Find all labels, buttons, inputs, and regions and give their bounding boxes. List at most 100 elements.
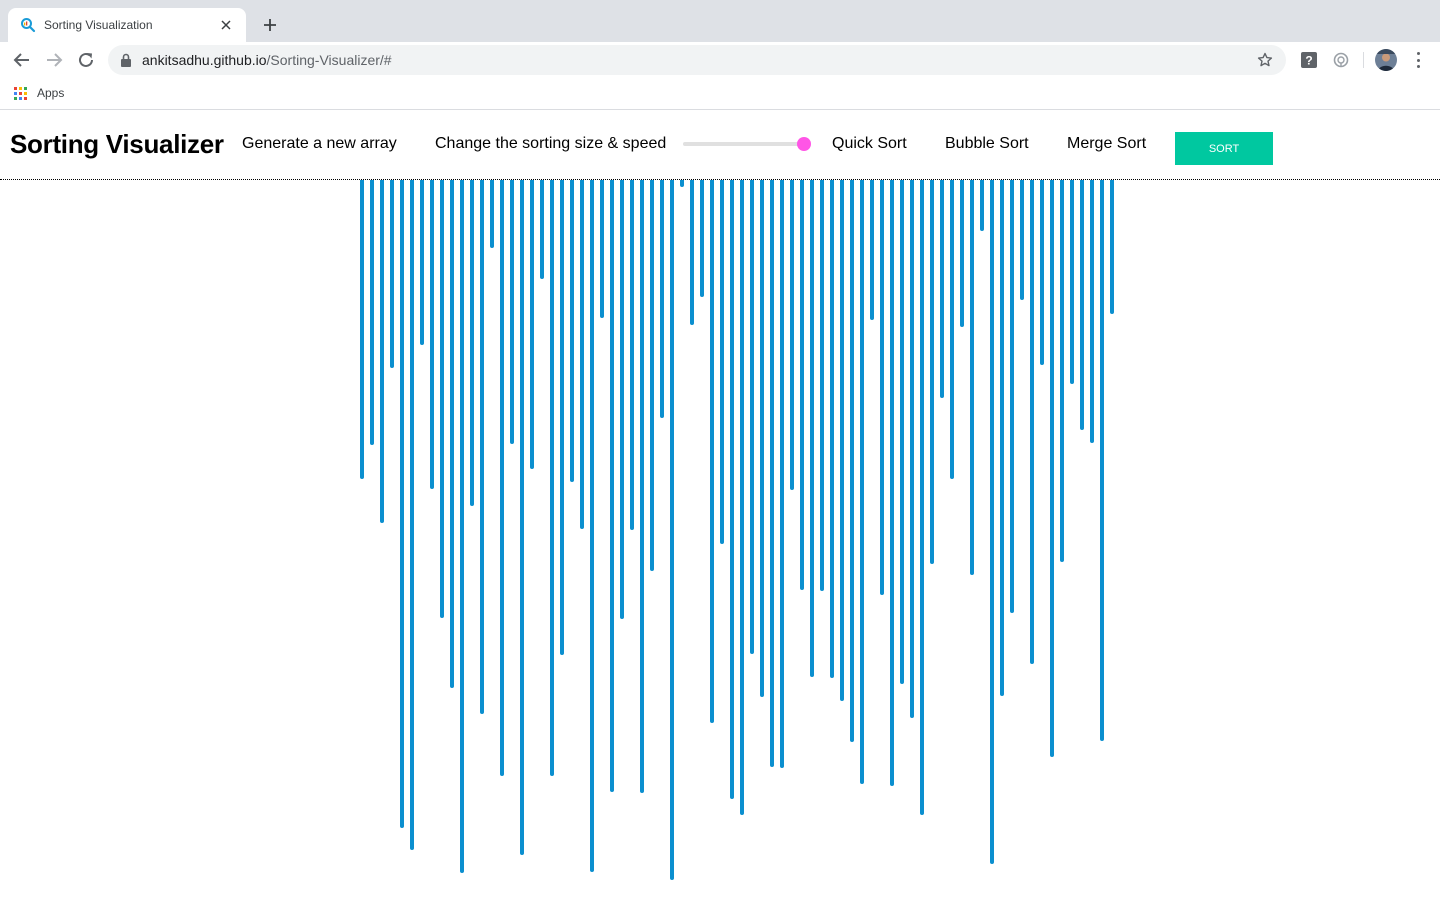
array-bar — [480, 180, 484, 714]
array-bar — [490, 180, 494, 248]
quick-sort-link[interactable]: Quick Sort — [832, 135, 907, 153]
lock-icon — [120, 53, 132, 67]
reload-icon[interactable] — [76, 50, 96, 70]
browser-toolbar: ankitsadhu.github.io/Sorting-Visualizer/… — [0, 42, 1440, 78]
sort-button[interactable]: SORT — [1175, 132, 1273, 165]
array-bar — [510, 180, 514, 444]
new-tab-icon[interactable] — [260, 15, 280, 35]
bookmark-star-icon[interactable] — [1256, 51, 1274, 69]
bookmarks-bar: Apps — [0, 78, 1440, 110]
array-bar — [760, 180, 764, 697]
array-bar — [970, 180, 974, 575]
array-bar — [550, 180, 554, 776]
forward-arrow-icon[interactable] — [44, 50, 64, 70]
svg-text:?: ? — [1305, 54, 1312, 68]
favicon-icon — [20, 17, 36, 33]
apps-label: Apps — [37, 86, 65, 100]
array-bar — [610, 180, 614, 792]
array-bar — [1000, 180, 1004, 696]
array-bar — [430, 180, 434, 489]
array-bar — [980, 180, 984, 231]
array-bar — [950, 180, 954, 479]
array-bar — [810, 180, 814, 677]
array-bar — [850, 180, 854, 742]
tab-title: Sorting Visualization — [44, 18, 153, 32]
array-bar — [1090, 180, 1094, 443]
array-bar — [560, 180, 564, 655]
array-bar — [400, 180, 404, 828]
array-bar — [470, 180, 474, 506]
array-bar — [740, 180, 744, 815]
array-bar — [820, 180, 824, 591]
array-bar — [670, 180, 674, 880]
array-bar — [680, 180, 684, 187]
array-bar — [780, 180, 784, 768]
profile-avatar[interactable] — [1375, 49, 1397, 71]
array-bar — [390, 180, 394, 368]
array-bar — [800, 180, 804, 590]
array-bar — [700, 180, 704, 297]
array-bar — [410, 180, 414, 850]
array-bar — [1020, 180, 1024, 300]
apps-grid-icon — [14, 86, 27, 100]
size-speed-slider[interactable] — [683, 136, 811, 152]
app-title: Sorting Visualizer — [10, 129, 224, 159]
array-bar — [640, 180, 644, 793]
apps-shortcut[interactable]: Apps — [14, 86, 64, 100]
array-bar — [440, 180, 444, 618]
array-bar — [500, 180, 504, 776]
array-bar — [890, 180, 894, 786]
help-extension-icon[interactable]: ? — [1300, 51, 1318, 69]
array-bar — [940, 180, 944, 398]
array-bar — [730, 180, 734, 799]
array-bar — [530, 180, 534, 469]
array-bar — [570, 180, 574, 482]
array-bar — [930, 180, 934, 564]
size-speed-label: Change the sorting size & speed — [435, 135, 667, 152]
toolbar-separator — [1363, 52, 1364, 68]
slider-thumb[interactable] — [797, 137, 811, 151]
array-bar — [360, 180, 364, 479]
array-bar — [920, 180, 924, 815]
address-bar[interactable]: ankitsadhu.github.io/Sorting-Visualizer/… — [108, 45, 1286, 75]
url-path: /Sorting-Visualizer/# — [266, 52, 392, 68]
page-content: Sorting Visualizer Generate a new array … — [0, 110, 1440, 900]
array-bar — [1080, 180, 1084, 430]
array-bar — [620, 180, 624, 619]
close-icon[interactable] — [218, 17, 234, 33]
app-navbar: Sorting Visualizer Generate a new array … — [0, 110, 1440, 180]
array-bar — [660, 180, 664, 418]
array-bar — [720, 180, 724, 544]
array-bar — [840, 180, 844, 701]
array-bar — [1050, 180, 1054, 757]
array-bar — [580, 180, 584, 529]
array-bar — [380, 180, 384, 523]
array-bar — [540, 180, 544, 279]
array-bar — [900, 180, 904, 684]
generate-array-link[interactable]: Generate a new array — [242, 135, 397, 153]
array-bar — [830, 180, 834, 678]
more-menu-icon[interactable] — [1410, 51, 1426, 69]
url-host: ankitsadhu.github.io — [142, 52, 267, 68]
array-bar — [630, 180, 634, 530]
array-bar — [1100, 180, 1104, 741]
array-bar — [990, 180, 994, 864]
browser-tab[interactable]: Sorting Visualization — [8, 8, 246, 42]
slider-track — [683, 142, 808, 146]
array-bar — [860, 180, 864, 784]
browser-tabstrip: Sorting Visualization — [0, 0, 1440, 42]
array-bar — [870, 180, 874, 320]
array-bar — [650, 180, 654, 571]
array-bar — [1040, 180, 1044, 365]
extension-circle-icon[interactable] — [1332, 51, 1350, 69]
array-bar — [520, 180, 524, 855]
array-bar — [1110, 180, 1114, 314]
bubble-sort-link[interactable]: Bubble Sort — [945, 135, 1029, 153]
array-bar — [450, 180, 454, 688]
array-bar — [1060, 180, 1064, 562]
array-bar — [600, 180, 604, 318]
back-arrow-icon[interactable] — [12, 50, 32, 70]
url-text: ankitsadhu.github.io/Sorting-Visualizer/… — [142, 52, 1256, 68]
merge-sort-link[interactable]: Merge Sort — [1067, 135, 1146, 153]
array-bar — [590, 180, 594, 872]
